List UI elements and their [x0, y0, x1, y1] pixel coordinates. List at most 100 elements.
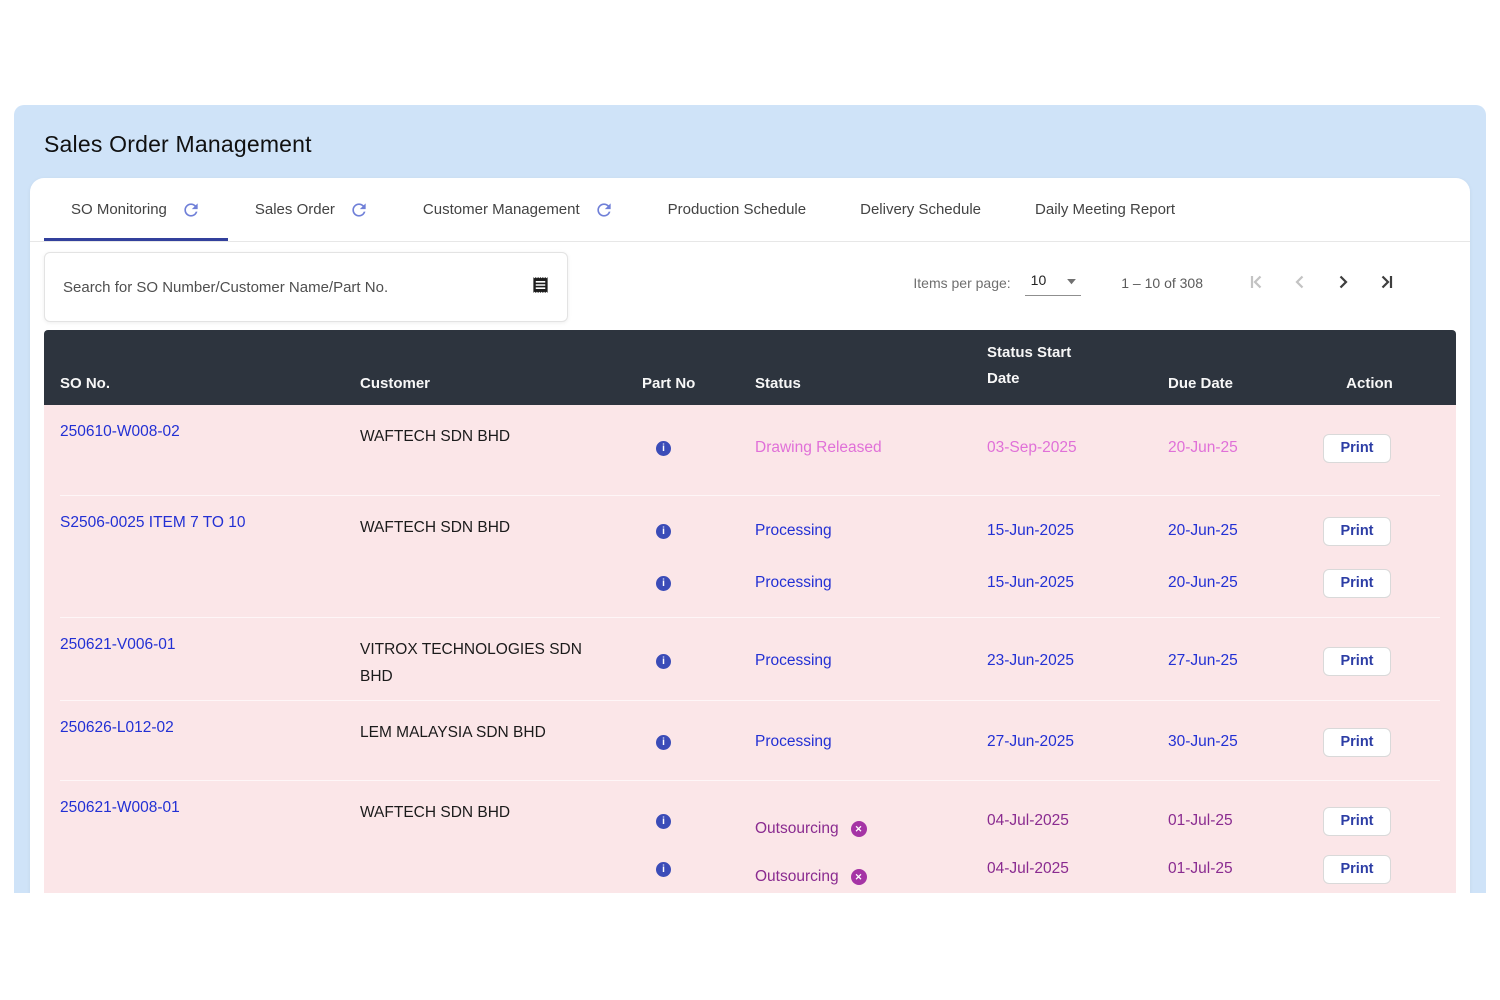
so-number-link[interactable]: 250621-V006-01	[60, 618, 360, 700]
toolbar: Search for SO Number/Customer Name/Part …	[30, 242, 1470, 330]
info-icon[interactable]: i	[656, 862, 671, 877]
page-range-label: 1 – 10 of 308	[1121, 275, 1203, 291]
action-cell: Print	[1323, 647, 1440, 676]
content-card: SO Monitoring Sales Order Customer Managem…	[30, 178, 1470, 893]
part-no-cell: i	[640, 654, 755, 669]
action-cell: Print	[1323, 728, 1440, 757]
part-no-cell: i	[640, 576, 755, 591]
cancel-icon[interactable]: ✕	[851, 821, 867, 837]
page-title: Sales Order Management	[44, 131, 1486, 158]
so-number-link[interactable]: S2506-0025 ITEM 7 TO 10	[60, 496, 360, 617]
due-date: 20-Jun-25	[1168, 522, 1323, 540]
tab-delivery-schedule[interactable]: Delivery Schedule	[833, 178, 1008, 241]
part-items: iProcessing23-Jun-202527-Jun-25Print	[640, 618, 1440, 700]
so-number-link[interactable]: 250610-W008-02	[60, 405, 360, 495]
paginator: Items per page: 10 1 – 10 of 308	[913, 270, 1456, 296]
part-item-row: iProcessing15-Jun-202520-Jun-25Print	[640, 557, 1440, 609]
tab-label: Sales Order	[255, 201, 335, 218]
customer-name: WAFTECH SDN BHD	[360, 781, 640, 893]
part-item-row: i Outsourcing✕04-Jul-202501-Jul-25Print	[640, 845, 1440, 893]
info-icon[interactable]: i	[656, 654, 671, 669]
print-button[interactable]: Print	[1323, 434, 1391, 463]
info-icon[interactable]: i	[656, 735, 671, 750]
order-row: S2506-0025 ITEM 7 TO 10WAFTECH SDN BHD i P…	[60, 495, 1440, 617]
status-label: Drawing Released	[755, 439, 882, 457]
status-label: Processing	[755, 652, 832, 670]
tab-sales-order[interactable]: Sales Order	[228, 178, 396, 241]
column-header-status-start-date: Status Start Date	[987, 340, 1168, 392]
page-nav-buttons	[1245, 271, 1398, 295]
due-date: 01-Jul-25	[1168, 860, 1323, 878]
status-start-date: 04-Jul-2025	[987, 860, 1168, 878]
order-row: 250610-W008-02WAFTECH SDN BHD i Drawing Re…	[60, 405, 1440, 495]
part-no-cell: i	[640, 524, 755, 539]
next-page-button[interactable]	[1331, 271, 1355, 295]
previous-page-button[interactable]	[1288, 271, 1312, 295]
first-page-button[interactable]	[1245, 271, 1269, 295]
status-start-date: 27-Jun-2025	[987, 733, 1168, 751]
status-label: Processing	[755, 522, 832, 540]
tab-so-monitoring[interactable]: SO Monitoring	[44, 178, 228, 241]
tab-label: Production Schedule	[668, 201, 806, 218]
column-header-customer: Customer	[360, 375, 640, 392]
print-button[interactable]: Print	[1323, 855, 1391, 884]
action-cell: Print	[1323, 569, 1440, 598]
action-cell: Print	[1323, 434, 1440, 463]
column-header-due-date: Due Date	[1168, 375, 1323, 392]
print-button[interactable]: Print	[1323, 569, 1391, 598]
print-button[interactable]: Print	[1323, 728, 1391, 757]
print-button[interactable]: Print	[1323, 807, 1391, 836]
info-icon[interactable]: i	[656, 441, 671, 456]
part-no-cell: i	[640, 735, 755, 750]
due-date: 27-Jun-25	[1168, 652, 1323, 670]
receipt-icon[interactable]	[531, 274, 550, 301]
tab-label: Delivery Schedule	[860, 201, 981, 218]
last-page-icon	[1374, 270, 1398, 297]
items-per-page-select[interactable]: 10	[1025, 270, 1082, 296]
customer-name: WAFTECH SDN BHD	[360, 405, 640, 495]
info-icon[interactable]: i	[656, 524, 671, 539]
tab-label: Customer Management	[423, 201, 580, 218]
cancel-icon[interactable]: ✕	[851, 869, 867, 885]
part-items: iOutsourcing✕04-Jul-202501-Jul-25PrintiO…	[640, 781, 1440, 893]
customer-name: WAFTECH SDN BHD	[360, 496, 640, 617]
info-icon[interactable]: i	[656, 576, 671, 591]
status-cell: Processing	[755, 652, 987, 670]
status-cell: Outsourcing✕	[755, 852, 987, 886]
tab-label: Daily Meeting Report	[1035, 201, 1175, 218]
so-number-link[interactable]: 250626-L012-02	[60, 701, 360, 780]
refresh-icon[interactable]	[349, 200, 369, 220]
part-no-cell: i	[640, 441, 755, 456]
due-date: 01-Jul-25	[1168, 812, 1323, 830]
chevron-left-icon	[1288, 270, 1312, 297]
part-item-row: iProcessing27-Jun-202530-Jun-25Print	[640, 716, 1440, 768]
tab-customer-management[interactable]: Customer Management	[396, 178, 641, 241]
items-per-page-label: Items per page:	[913, 275, 1010, 291]
search-input[interactable]: Search for SO Number/Customer Name/Part …	[44, 252, 568, 322]
tab-label: SO Monitoring	[71, 201, 167, 218]
tab-production-schedule[interactable]: Production Schedule	[641, 178, 833, 241]
part-items: iDrawing Released03-Sep-202520-Jun-25Pri…	[640, 405, 1440, 495]
print-button[interactable]: Print	[1323, 647, 1391, 676]
status-label: Processing	[755, 574, 832, 592]
table-header-row: SO No. Customer Part No Status Status St…	[44, 330, 1456, 405]
status-start-date: 04-Jul-2025	[987, 812, 1168, 830]
info-icon[interactable]: i	[656, 814, 671, 829]
column-header-part-no: Part No	[640, 375, 755, 392]
part-item-row: i Processing 15-Jun-202520-Jun-25Print	[640, 505, 1440, 557]
action-cell: Print	[1323, 807, 1440, 836]
part-no-cell: i	[640, 814, 755, 829]
due-date: 20-Jun-25	[1168, 439, 1323, 457]
status-cell: Outsourcing✕	[755, 804, 987, 838]
search-placeholder: Search for SO Number/Customer Name/Part …	[63, 279, 388, 296]
tab-daily-meeting-report[interactable]: Daily Meeting Report	[1008, 178, 1202, 241]
status-start-date: 15-Jun-2025	[987, 522, 1168, 540]
order-row: 250621-V006-01VITROX TECHNOLOGIES SDN BH…	[60, 617, 1440, 700]
customer-name: VITROX TECHNOLOGIES SDN BHD	[360, 618, 640, 700]
refresh-icon[interactable]	[594, 200, 614, 220]
last-page-button[interactable]	[1374, 271, 1398, 295]
print-button[interactable]: Print	[1323, 517, 1391, 546]
so-number-link[interactable]: 250621-W008-01	[60, 781, 360, 893]
part-item-row: i Outsourcing✕04-Jul-202501-Jul-25Print	[640, 797, 1440, 845]
refresh-icon[interactable]	[181, 200, 201, 220]
